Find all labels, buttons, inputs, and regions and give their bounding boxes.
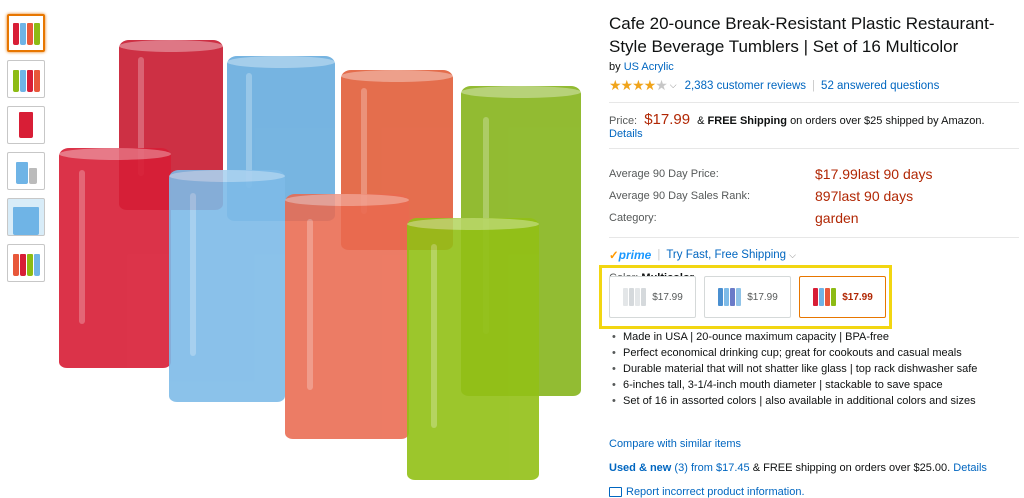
blue-cup xyxy=(169,170,285,402)
star-rating-icon[interactable]: ★★★★★ xyxy=(609,77,668,94)
stat-row-sales-rank: Average 90 Day Sales Rank: 897last 90 da… xyxy=(609,188,914,204)
prime-trial-link[interactable]: Try Fast, Free Shipping xyxy=(666,249,786,261)
price-row: Price: $17.99 & FREE Shipping on orders … xyxy=(609,111,985,140)
report-incorrect-link[interactable]: Report incorrect product information. xyxy=(626,486,805,498)
divider xyxy=(609,148,1019,149)
divider xyxy=(609,102,1019,103)
main-product-image[interactable] xyxy=(55,30,590,485)
thumbnail-red-cup[interactable] xyxy=(7,106,45,144)
compare-similar-link[interactable]: Compare with similar items xyxy=(609,438,741,450)
stat-row-category: Category: garden xyxy=(609,210,859,226)
comment-icon xyxy=(609,487,622,497)
swatch-multicolor[interactable]: $17.99 xyxy=(799,276,886,318)
price-value: $17.99 xyxy=(644,111,691,128)
blue-cups-icon xyxy=(717,288,741,306)
price-stats: Average 90 Day Price: $17.99last 90 days… xyxy=(609,163,1019,229)
list-item: 6-inches tall, 3-1/4-inch mouth diameter… xyxy=(612,377,977,393)
divider xyxy=(609,237,1019,238)
prime-row: ✓ prime | Try Fast, Free Shipping ⌵ xyxy=(609,248,796,262)
color-swatches: $17.99 $17.99 $17.99 xyxy=(609,276,886,318)
used-count-link[interactable]: (3) xyxy=(674,462,687,474)
shipping-details-link[interactable]: Details xyxy=(609,128,643,140)
swatch-clear[interactable]: $17.99 xyxy=(609,276,696,318)
list-item: Set of 16 in assorted colors | also avai… xyxy=(612,393,977,409)
free-shipping-label: FREE Shipping xyxy=(707,115,787,127)
rating-row: ★★★★★ ⌵ 2,383 customer reviews | 52 answ… xyxy=(609,77,1019,94)
separator: | xyxy=(812,79,816,92)
chevron-down-icon[interactable]: ⌵ xyxy=(789,250,796,261)
list-item: Made in USA | 20-ounce maximum capacity … xyxy=(612,329,977,345)
thumbnail-stacked-set[interactable] xyxy=(7,244,45,282)
used-new-link[interactable]: Used & new xyxy=(609,462,671,474)
used-from-link[interactable]: from $17.45 xyxy=(691,462,750,474)
chevron-down-icon[interactable]: ⌵ xyxy=(670,80,677,91)
red-cup xyxy=(59,148,171,368)
multicolor-cups-icon xyxy=(812,288,836,306)
orange-cup xyxy=(285,194,409,439)
prime-logo: prime xyxy=(618,248,652,262)
list-item: Durable material that will not shatter l… xyxy=(612,361,977,377)
green-cup xyxy=(407,218,539,480)
thumbnail-blue-cup[interactable] xyxy=(7,152,45,190)
swatch-blue[interactable]: $17.99 xyxy=(704,276,791,318)
byline: by US Acrylic xyxy=(609,61,674,73)
thumbnail-blue-closeup[interactable] xyxy=(7,198,45,236)
product-info: Cafe 20-ounce Break-Resistant Plastic Re… xyxy=(599,12,1019,498)
clear-cups-icon xyxy=(622,288,646,306)
feature-bullets: Made in USA | 20-ounce maximum capacity … xyxy=(609,329,977,409)
questions-link[interactable]: 52 answered questions xyxy=(821,80,939,92)
used-new-row: Used & new (3) from $17.45 & FREE shippi… xyxy=(609,462,987,474)
reviews-link[interactable]: 2,383 customer reviews xyxy=(685,80,806,92)
prime-check-icon: ✓ xyxy=(609,250,619,262)
brand-link[interactable]: US Acrylic xyxy=(624,61,674,73)
report-row: Report incorrect product information. xyxy=(609,486,805,498)
thumbnail-strip xyxy=(7,14,47,290)
used-details-link[interactable]: Details xyxy=(953,462,987,474)
stat-row-avg-price: Average 90 Day Price: $17.99last 90 days xyxy=(609,166,933,182)
product-title: Cafe 20-ounce Break-Resistant Plastic Re… xyxy=(609,14,995,56)
thumbnail-multicolor-set[interactable] xyxy=(7,14,45,52)
list-item: Perfect economical drinking cup; great f… xyxy=(612,345,977,361)
thumbnail-multicolor-alt[interactable] xyxy=(7,60,45,98)
